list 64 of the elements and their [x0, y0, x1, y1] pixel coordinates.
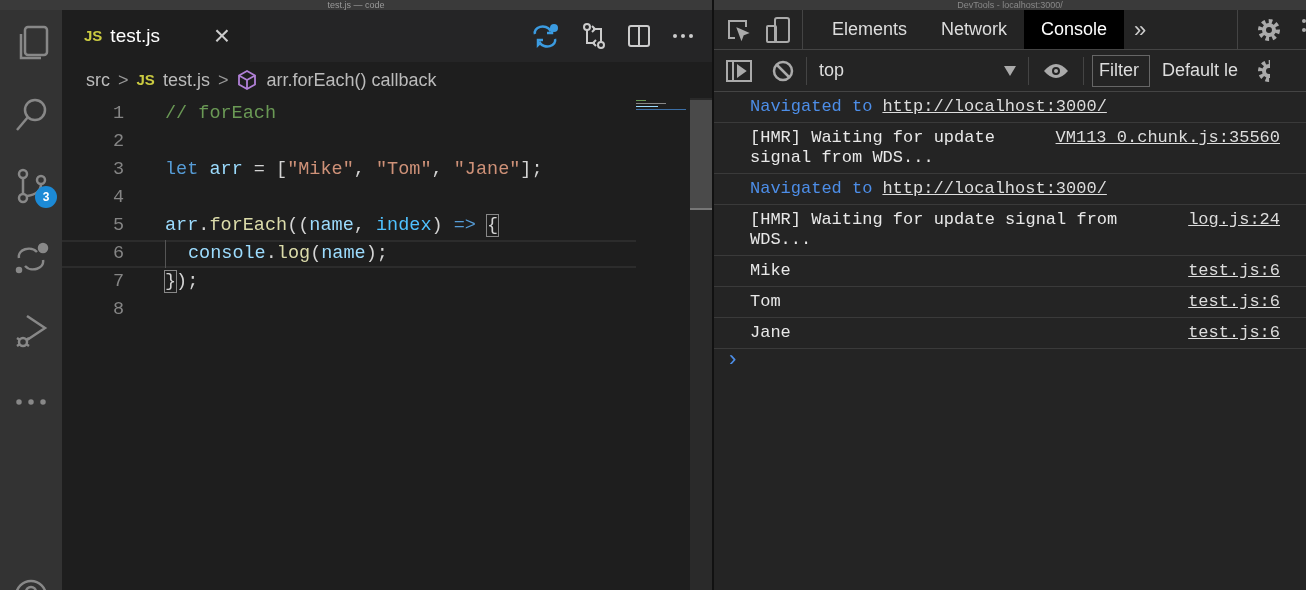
- console-message: Tom: [750, 292, 782, 312]
- breadcrumb-separator: >: [118, 68, 129, 92]
- code-line: console.log(name);: [187, 242, 388, 267]
- line-number: 2: [111, 130, 124, 155]
- source-link[interactable]: log.js:24: [1188, 210, 1280, 230]
- diff-icon[interactable]: [532, 23, 560, 49]
- devtools-tab[interactable]: Network: [924, 10, 1025, 49]
- source-link[interactable]: test.js:6: [1188, 261, 1280, 281]
- device-icon[interactable]: [766, 16, 790, 43]
- editor-tab[interactable]: JS test.js ×: [62, 10, 250, 62]
- inspect-icon[interactable]: [726, 17, 750, 42]
- console-message: Mike: [750, 261, 792, 281]
- cube-icon: [236, 69, 259, 91]
- code-line: });: [164, 270, 199, 295]
- breadcrumb-item[interactable]: test.js: [162, 66, 210, 94]
- settings-icon[interactable]: [1256, 16, 1282, 43]
- console-prompt[interactable]: ›: [714, 349, 740, 371]
- scrollbar-thumb[interactable]: [690, 100, 712, 210]
- diff-icon[interactable]: [13, 240, 49, 276]
- context-dropdown[interactable]: top: [807, 56, 1029, 85]
- breadcrumb-item[interactable]: arr.forEach() callback: [266, 66, 437, 94]
- line-number: 1: [111, 102, 124, 127]
- clear-console-icon[interactable]: [772, 59, 794, 82]
- devtools-tab[interactable]: Elements: [815, 10, 925, 49]
- console-message: Navigated to: [750, 97, 873, 117]
- console-message: [HMR] Waiting for update signal from WDS...: [750, 128, 996, 168]
- code-line: // forEach: [164, 102, 277, 127]
- console-message: Jane: [750, 323, 792, 343]
- dropdown-icon: [1004, 65, 1016, 76]
- line-number: 5: [111, 214, 124, 239]
- compare-icon[interactable]: [582, 23, 606, 49]
- source-link[interactable]: test.js:6: [1188, 323, 1280, 343]
- console-message: Navigated to: [750, 179, 873, 199]
- close-button[interactable]: ×: [213, 22, 230, 50]
- window-title: DevTools - localhost:3000/: [957, 0, 1063, 10]
- console-link[interactable]: http://localhost:3000/: [882, 179, 1107, 199]
- filter-field[interactable]: Filter: [1092, 54, 1150, 87]
- console-link[interactable]: http://localhost:3000/: [882, 97, 1107, 117]
- devtools-tab[interactable]: Console: [1024, 10, 1125, 49]
- tab-label: test.js: [110, 23, 161, 48]
- sidebar-toggle-icon[interactable]: [726, 59, 752, 82]
- search-icon[interactable]: [13, 96, 49, 132]
- breadcrumb-separator: >: [217, 68, 229, 92]
- line-number: 4: [111, 186, 124, 211]
- code-line: let arr = ["Mike", "Tom", "Jane"];: [164, 158, 543, 183]
- code-line: arr.forEach((name, index) => {: [164, 214, 499, 239]
- js-file-icon: JS: [136, 68, 155, 92]
- line-number: 7: [111, 270, 124, 295]
- settings-icon[interactable]: [1256, 57, 1271, 84]
- split-editor-icon[interactable]: [628, 25, 650, 47]
- window-title: test.js — code: [327, 0, 385, 10]
- source-link[interactable]: VM113 0.chunk.js:35560: [1055, 128, 1280, 148]
- eye-icon[interactable]: [1043, 62, 1069, 79]
- line-number: 6: [111, 242, 124, 267]
- js-file-icon: JS: [84, 24, 103, 48]
- count-badge: 3: [35, 186, 57, 208]
- breadcrumb-item[interactable]: src: [86, 66, 110, 94]
- more-tabs-button[interactable]: »: [1124, 10, 1157, 49]
- source-link[interactable]: test.js:6: [1188, 292, 1280, 312]
- console-message: [HMR] Waiting for update signal from WDS...: [750, 210, 1119, 250]
- more-icon[interactable]: [672, 33, 694, 39]
- levels-dropdown[interactable]: Default le: [1162, 57, 1239, 84]
- line-number: 8: [111, 298, 124, 323]
- line-number: 3: [111, 158, 124, 183]
